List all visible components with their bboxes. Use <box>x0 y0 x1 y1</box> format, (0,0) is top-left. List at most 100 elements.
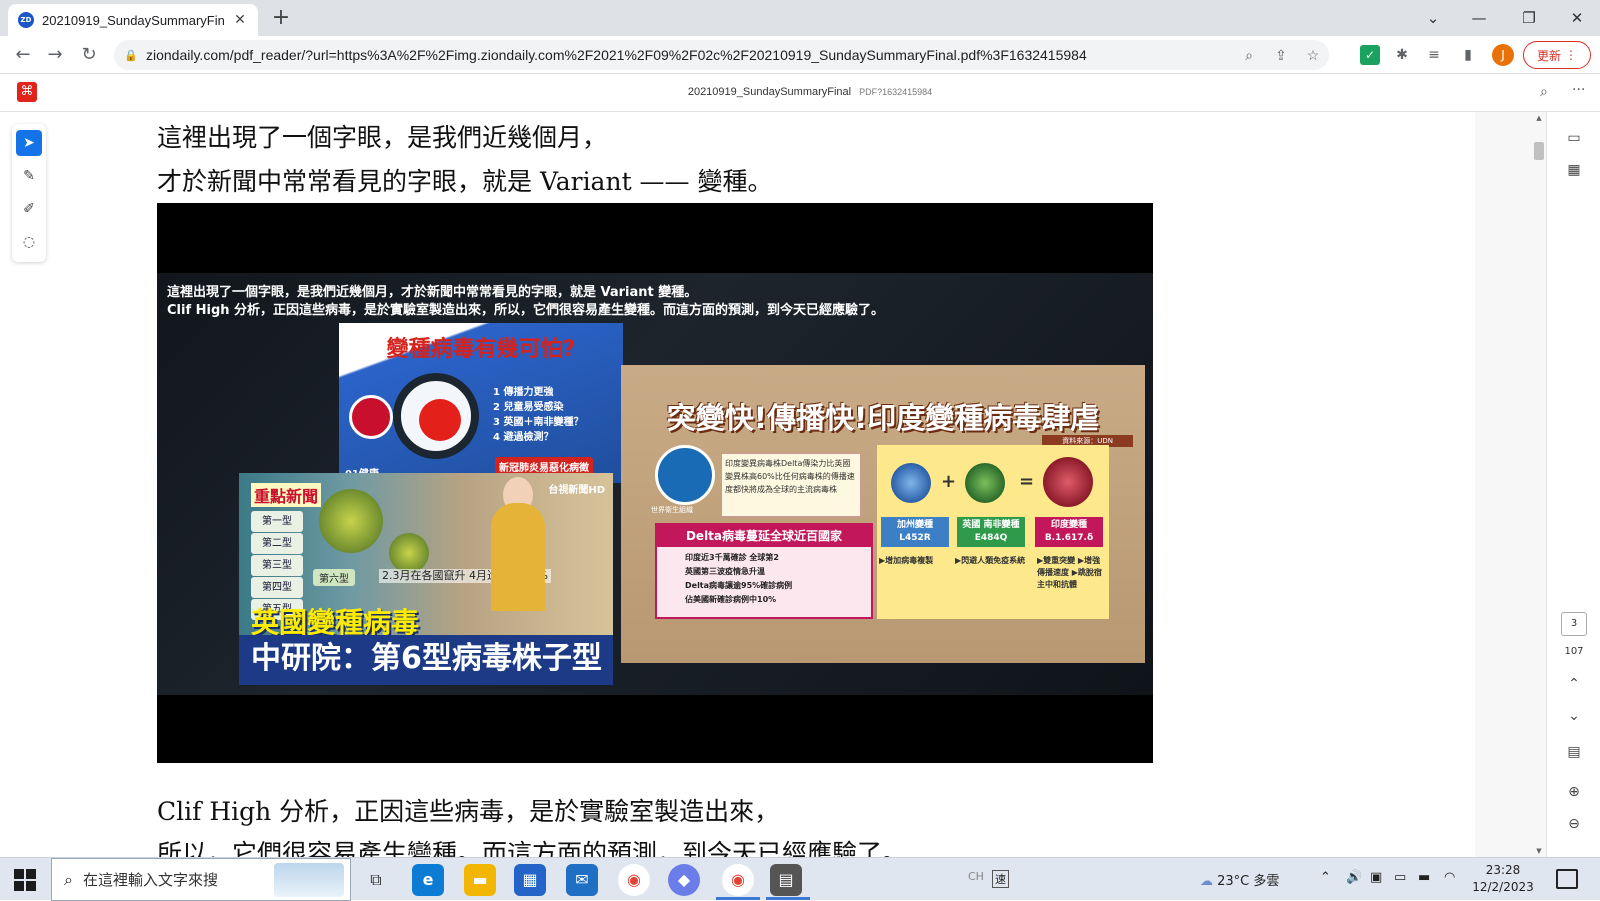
type-label: 第一型 <box>251 511 303 532</box>
comments-panel-icon[interactable]: ▭ <box>1564 128 1584 148</box>
tray-expand-icon[interactable]: ⌃ <box>1320 870 1331 885</box>
scroll-up-arrow-icon[interactable]: ▲ <box>1532 114 1546 122</box>
variant-label: 印度變種 B.1.617.δ <box>1035 517 1103 547</box>
update-button[interactable]: 更新 ⋮ <box>1523 41 1591 69</box>
ime-mode[interactable]: 速 <box>992 870 1009 888</box>
page-fit-icon[interactable]: ▤ <box>1564 742 1584 762</box>
app-icon[interactable]: ◆ <box>668 864 700 896</box>
back-button[interactable]: ← <box>10 42 36 68</box>
india-variant-card: 突變快!傳播快!印度變種病毒肆虐 資料來源：UDN 世界衛生組織 印度變異病毒株… <box>621 365 1145 663</box>
profile-avatar[interactable]: J <box>1492 44 1514 66</box>
virus-icon <box>419 399 461 441</box>
comment-tool-icon[interactable]: ✎ <box>16 163 42 189</box>
card1-item: 2 兒童易受感染 <box>493 402 564 413</box>
cloud-icon: ☁ <box>1200 874 1213 889</box>
clock-date: 12/2/2023 <box>1472 880 1534 894</box>
share-icon[interactable]: ⇪ <box>1265 47 1297 64</box>
volume-icon[interactable]: 🔊 <box>1346 870 1362 885</box>
restore-button[interactable]: ❐ <box>1506 4 1552 32</box>
card1-title: 變種病毒有幾可怕? <box>386 337 576 362</box>
variant-note: ▶雙重突變 ▶增強傳播速度 ▶跳脫宿主中和抗體 <box>1037 556 1102 589</box>
delta-line: Delta病毒讓逾95%確診病例 <box>685 581 793 590</box>
lasso-tool-icon[interactable]: ◌ <box>16 229 42 255</box>
variant-note: ▶閃避人類免疫系統 <box>955 556 1026 565</box>
delta-line: 英國第三波疫情急升溫 <box>685 567 765 576</box>
address-bar[interactable]: 🔒 ziondaily.com/pdf_reader/?url=https%3A… <box>114 40 1329 70</box>
delta-panel: Delta病毒蔓延全球近百國家 印度近3千萬確診 全球第2 英國第三波疫情急升溫… <box>655 523 873 619</box>
total-pages: 107 <box>1564 646 1584 657</box>
scroll-thumb[interactable] <box>1534 142 1544 160</box>
pdf-search-icon[interactable]: ⌕ <box>1540 84 1548 100</box>
update-label: 更新 <box>1536 48 1561 63</box>
media-control-icon[interactable]: ≡ <box>1424 45 1444 65</box>
display-icon[interactable]: ▭ <box>1394 870 1406 885</box>
mail-icon[interactable]: ✉ <box>566 864 598 896</box>
select-tool-icon[interactable]: ➤ <box>16 130 42 156</box>
edge-icon[interactable]: e <box>412 864 444 896</box>
side-panel-icon[interactable]: ▮ <box>1458 45 1478 65</box>
variants-panel: + = 加州變種 L452R 英國 南非變種 E484Q 印度變種 B.1.617.δ… <box>877 445 1109 619</box>
paragraph: Clif High 分析，正因這些病毒，是於實驗室製造出來， <box>157 797 780 826</box>
chrome-beta-icon[interactable]: ◉ <box>618 864 650 896</box>
sixth-type-label: 第六型 <box>313 569 355 586</box>
meet-icon[interactable]: ▣ <box>1370 870 1382 885</box>
type-label: 第三型 <box>251 555 303 576</box>
scroll-down-arrow-icon[interactable]: ▼ <box>1532 847 1546 855</box>
next-page-icon[interactable]: ⌄ <box>1564 706 1584 726</box>
taskbar-search[interactable]: ⌕ 在這裡輸入文字來搜 <box>51 858 351 901</box>
system-clock[interactable]: 23:28 12/2/2023 <box>1468 862 1538 896</box>
close-tab-icon[interactable]: ✕ <box>232 12 248 28</box>
variant-fear-card: 變種病毒有幾可怕? 1 傳播力更強 2 兒童易受感染 3 英國＋南非變種？ 4 … <box>339 323 623 483</box>
tab-title: 20210919_SundaySummaryFin <box>42 12 225 28</box>
ime-indicator[interactable]: CH <box>968 870 984 883</box>
battery-icon[interactable]: ▬ <box>1418 870 1430 885</box>
key-news-label: 重點新聞 <box>251 483 322 507</box>
paragraph: 所以，它們很容易產生變種。而這方面的預測，到今天已經應驗了。 <box>157 839 908 857</box>
delta-line: 印度近3千萬確診 全球第2 <box>685 553 779 562</box>
highlight-tool-icon[interactable]: ✐ <box>16 196 42 222</box>
variant-name: 加州變種 <box>896 520 933 530</box>
zoom-out-icon[interactable]: ⊖ <box>1564 814 1584 834</box>
pdf-tool-palette: ➤ ✎ ✐ ◌ <box>12 124 46 262</box>
virus-blue-icon <box>891 463 931 503</box>
minimize-button[interactable]: — <box>1456 4 1502 32</box>
pdf-more-icon[interactable]: ··· <box>1572 82 1585 98</box>
lock-icon: 🔒 <box>124 49 138 62</box>
tab-search-icon[interactable]: ⌄ <box>1410 4 1456 32</box>
bookmark-star-icon[interactable]: ☆ <box>1297 47 1329 64</box>
tab-active[interactable]: ZD 20210919_SundaySummaryFin ✕ <box>8 4 258 36</box>
pdf-header: ⌘ 20210919_SundaySummaryFinal PDF?1632415… <box>0 74 1600 112</box>
thumbnails-icon[interactable]: ▦ <box>1564 160 1584 180</box>
notifications-icon[interactable] <box>1556 869 1578 889</box>
windows-start-icon[interactable] <box>14 869 36 891</box>
plus-sign: + <box>941 471 957 492</box>
virus-cell-icon <box>389 533 429 573</box>
zoom-icon[interactable]: ⌕ <box>1233 47 1265 64</box>
file-explorer-icon[interactable]: ▬ <box>464 864 496 896</box>
close-window-button[interactable]: ✕ <box>1554 4 1600 32</box>
wifi-icon[interactable]: ◠ <box>1444 870 1455 885</box>
new-tab-button[interactable]: + <box>268 6 294 32</box>
pdf-filename-sub: PDF?1632415984 <box>859 87 933 97</box>
embedded-image: 這裡出現了一個字眼，是我們近幾個月，才於新聞中常常看見的字眼，就是 Varian… <box>157 203 1153 763</box>
windows-taskbar: ⌕ 在這裡輸入文字來搜 ⧉ e ▬ ▦ ✉ ◉ ◆ ◉ ▤ CH 速 ☁ 23°… <box>0 857 1600 901</box>
extension-check-icon[interactable]: ✓ <box>1360 45 1380 65</box>
reload-button[interactable]: ↻ <box>76 42 102 68</box>
store-icon[interactable]: ▦ <box>514 864 546 896</box>
card1-list: 1 傳播力更強 2 兒童易受感染 3 英國＋南非變種？ 4 避過檢測？ <box>493 385 583 445</box>
search-placeholder: 在這裡輸入文字來搜 <box>82 871 218 889</box>
weather-widget[interactable]: ☁ 23°C 多雲 <box>1200 870 1279 889</box>
variant-code: E484Q <box>974 533 1008 543</box>
doc-scrollbar[interactable]: ▲ ▼ <box>1532 112 1546 857</box>
chrome-icon[interactable]: ◉ <box>722 864 754 896</box>
variant-name: 英國 南非變種 <box>962 520 1020 530</box>
extensions-puzzle-icon[interactable]: ✱ <box>1392 45 1412 65</box>
forward-button[interactable]: → <box>42 42 68 68</box>
prev-page-icon[interactable]: ⌃ <box>1564 674 1584 694</box>
who-logo-icon <box>655 445 715 505</box>
virus-cell-icon <box>319 489 383 553</box>
calculator-icon[interactable]: ▤ <box>770 864 802 896</box>
task-view-icon[interactable]: ⧉ <box>360 864 392 896</box>
current-page-field[interactable]: 3 <box>1561 612 1587 636</box>
zoom-in-icon[interactable]: ⊕ <box>1564 782 1584 802</box>
